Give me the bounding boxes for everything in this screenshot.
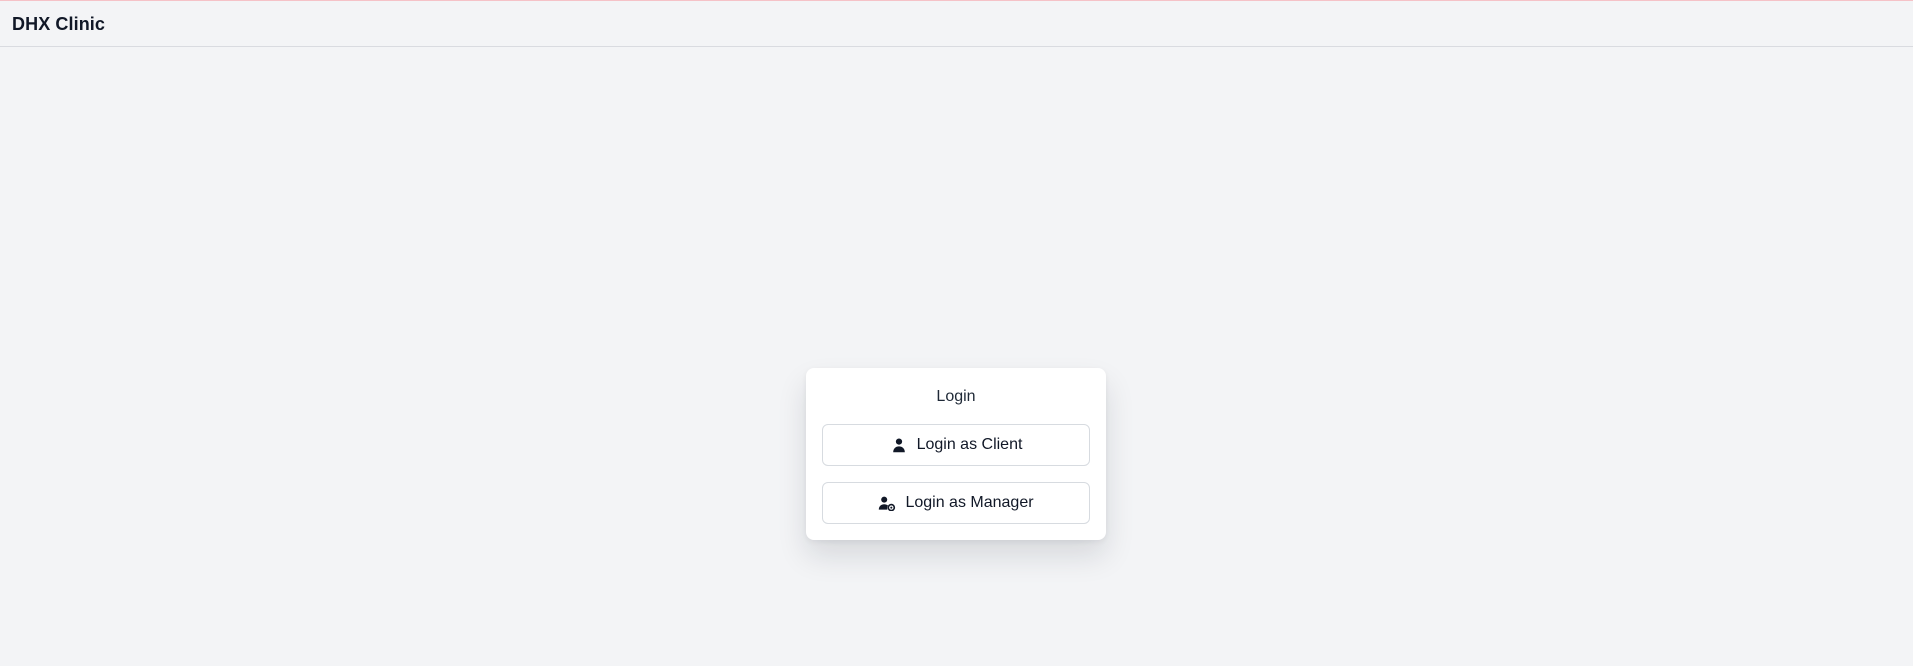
user-icon xyxy=(890,436,908,454)
login-as-manager-label: Login as Manager xyxy=(905,494,1034,511)
login-as-client-button[interactable]: Login as Client xyxy=(822,424,1090,466)
login-card: Login Login as Client Login as Manager xyxy=(806,368,1106,540)
login-title: Login xyxy=(936,388,976,405)
app-header: DHX Clinic xyxy=(0,1,1913,47)
login-as-client-label: Login as Client xyxy=(916,436,1023,453)
user-gear-icon xyxy=(878,494,896,512)
login-as-manager-button[interactable]: Login as Manager xyxy=(822,482,1090,524)
app-title: DHX Clinic xyxy=(12,14,106,34)
